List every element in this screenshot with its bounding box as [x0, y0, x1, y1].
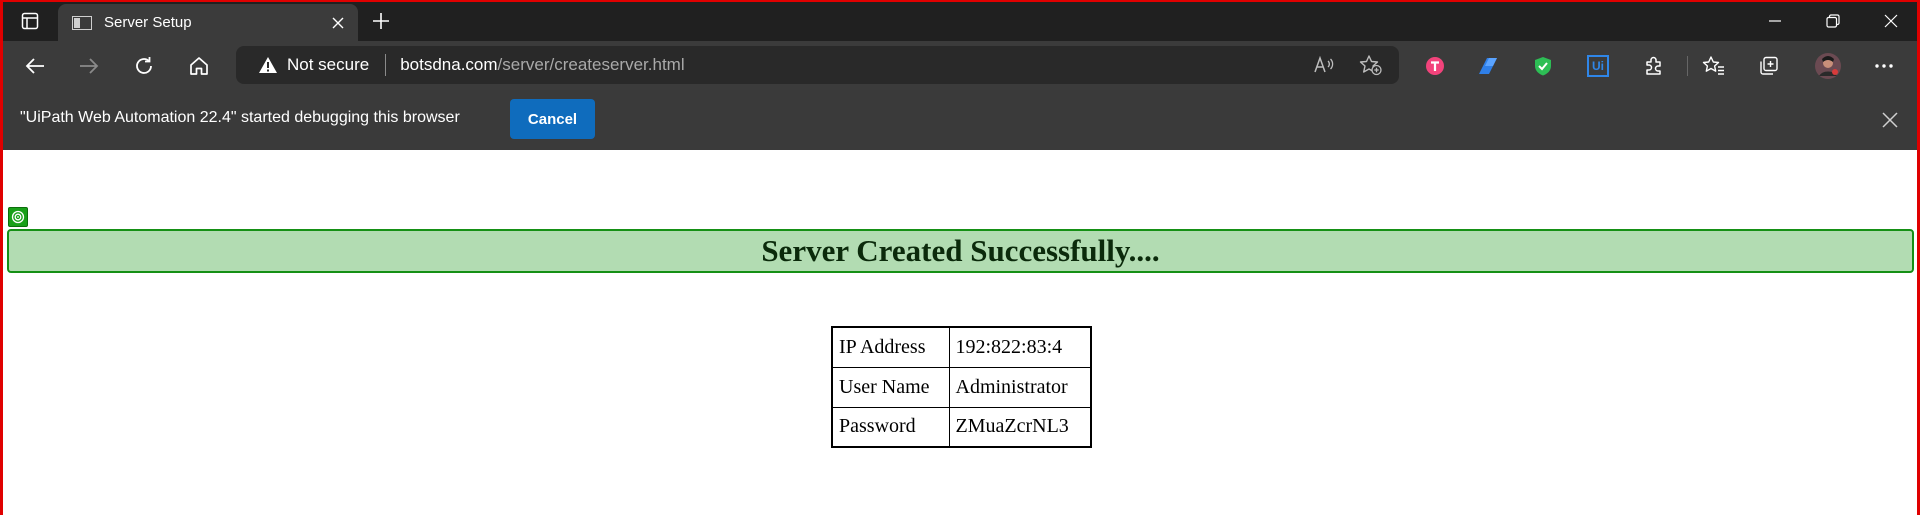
server-details-table: IP Address 192:822:83:4 User Name Admini…: [831, 326, 1092, 448]
back-icon[interactable]: [18, 49, 52, 83]
cancel-button[interactable]: Cancel: [510, 99, 595, 139]
password-label: Password: [831, 406, 950, 448]
url-path: /server/createserver.html: [497, 55, 685, 74]
minimize-icon[interactable]: [1747, 0, 1803, 41]
extension-shield-icon[interactable]: [1526, 49, 1560, 83]
tab-close-icon[interactable]: [324, 9, 352, 37]
infobar-message: "UiPath Web Automation 22.4" started deb…: [20, 109, 460, 126]
close-window-icon[interactable]: [1863, 0, 1919, 41]
page-favicon-icon: [72, 15, 92, 30]
read-aloud-icon[interactable]: [1311, 53, 1337, 77]
uipath-label: Ui: [1587, 55, 1609, 77]
collections-icon[interactable]: [1752, 49, 1786, 83]
tab-actions-icon[interactable]: [14, 8, 46, 34]
home-icon[interactable]: [182, 49, 216, 83]
add-favorite-icon[interactable]: [1358, 53, 1384, 77]
user-name-value: Administrator: [948, 366, 1092, 408]
debugging-infobar: "UiPath Web Automation 22.4" started deb…: [0, 90, 1920, 150]
new-tab-icon[interactable]: [366, 6, 396, 36]
ip-address-value: 192:822:83:4: [948, 326, 1092, 368]
url-host: botsdna.com: [400, 55, 498, 74]
table-row: IP Address 192:822:83:4: [831, 326, 1092, 368]
browser-toolbar: Not secure botsdna.com/server/createserv…: [0, 41, 1920, 90]
toolbar-divider: [1687, 56, 1688, 76]
address-separator: [385, 54, 387, 76]
favorites-icon[interactable]: [1697, 49, 1731, 83]
more-menu-icon[interactable]: [1867, 49, 1901, 83]
extension-t-icon[interactable]: [1418, 49, 1452, 83]
user-name-label: User Name: [831, 366, 950, 408]
extension-uipath-icon[interactable]: Ui: [1581, 49, 1615, 83]
tab-title: Server Setup: [104, 14, 192, 31]
forward-icon[interactable]: [72, 49, 106, 83]
ip-address-label: IP Address: [831, 326, 950, 368]
infobar-close-icon[interactable]: [1876, 106, 1904, 134]
security-status[interactable]: Not secure: [287, 55, 369, 75]
success-banner: Server Created Successfully....: [7, 229, 1914, 273]
address-bar[interactable]: Not secure botsdna.com/server/createserv…: [236, 46, 1399, 84]
extensions-puzzle-icon[interactable]: [1637, 49, 1671, 83]
refresh-icon[interactable]: [127, 49, 161, 83]
extension-power-automate-icon[interactable]: [1471, 49, 1505, 83]
page-content: Server Created Successfully.... IP Addre…: [3, 150, 1917, 515]
restore-icon[interactable]: [1805, 0, 1861, 41]
table-row: Password ZMuaZcrNL3: [831, 406, 1092, 448]
table-row: User Name Administrator: [831, 366, 1092, 408]
success-message: Server Created Successfully....: [761, 233, 1160, 268]
password-value: ZMuaZcrNL3: [948, 406, 1092, 448]
tab-strip: Server Setup: [0, 0, 1920, 41]
target-marker-icon: [8, 207, 28, 227]
profile-avatar[interactable]: [1811, 49, 1845, 83]
tab-server-setup[interactable]: Server Setup: [58, 4, 358, 41]
warning-icon: [258, 55, 278, 75]
